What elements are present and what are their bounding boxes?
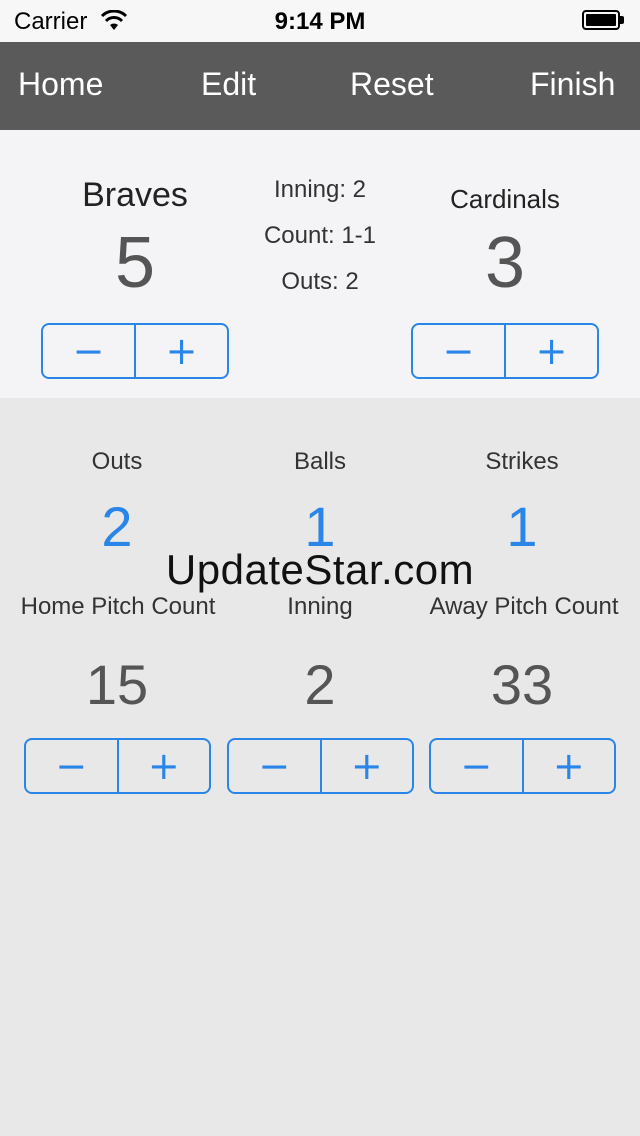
navbar: Home Edit Reset Finish	[0, 42, 640, 130]
clock: 9:14 PM	[274, 8, 366, 35]
watermark: UpdateStar.com	[165, 546, 475, 593]
count-summary: Count: 1-1	[263, 222, 377, 249]
home-team-name: Braves	[82, 176, 188, 214]
outs-summary: Outs: 2	[281, 268, 359, 295]
inning-summary: Inning: 2	[273, 176, 367, 203]
strikes-label: Strikes	[485, 448, 559, 475]
home-pitch-plus-button[interactable]: +	[119, 740, 210, 792]
away-score-minus-button[interactable]: −	[413, 325, 504, 377]
inning-plus-button[interactable]: +	[322, 740, 413, 792]
away-score-stepper: − +	[411, 323, 599, 379]
away-team-name: Cardinals	[450, 184, 560, 214]
away-pitch-minus-button[interactable]: −	[431, 740, 522, 792]
home-score-minus-button[interactable]: −	[43, 325, 134, 377]
home-pitch-stepper: − +	[24, 738, 211, 794]
balls-label: Balls	[293, 448, 347, 475]
away-pitch-count-value: 33	[490, 653, 554, 716]
away-pitch-stepper: − +	[429, 738, 616, 794]
inning-value: 2	[304, 653, 336, 716]
finish-button[interactable]: Finish	[530, 66, 615, 103]
home-pitch-count-label: Home Pitch Count	[20, 593, 216, 620]
away-pitch-plus-button[interactable]: +	[524, 740, 615, 792]
home-button[interactable]: Home	[18, 66, 103, 103]
edit-button[interactable]: Edit	[201, 66, 256, 103]
battery-icon	[582, 10, 624, 30]
away-team-score: 3	[484, 223, 526, 303]
away-pitch-count-label: Away Pitch Count	[429, 593, 619, 620]
inning-label: Inning	[287, 593, 353, 620]
away-score-plus-button[interactable]: +	[506, 325, 597, 377]
home-pitch-minus-button[interactable]: −	[26, 740, 117, 792]
scoreboard: Braves 5 Inning: 2 Count: 1-1 Outs: 2 Ca…	[0, 130, 640, 398]
home-score-plus-button[interactable]: +	[136, 325, 227, 377]
home-score-stepper: − +	[41, 323, 229, 379]
home-pitch-count-value: 15	[85, 653, 149, 716]
reset-button[interactable]: Reset	[350, 66, 434, 103]
inning-stepper: − +	[227, 738, 414, 794]
inning-minus-button[interactable]: −	[229, 740, 320, 792]
status-bar: Carrier 9:14 PM	[0, 0, 640, 42]
home-team-score: 5	[114, 223, 156, 303]
outs-label: Outs	[91, 448, 143, 475]
